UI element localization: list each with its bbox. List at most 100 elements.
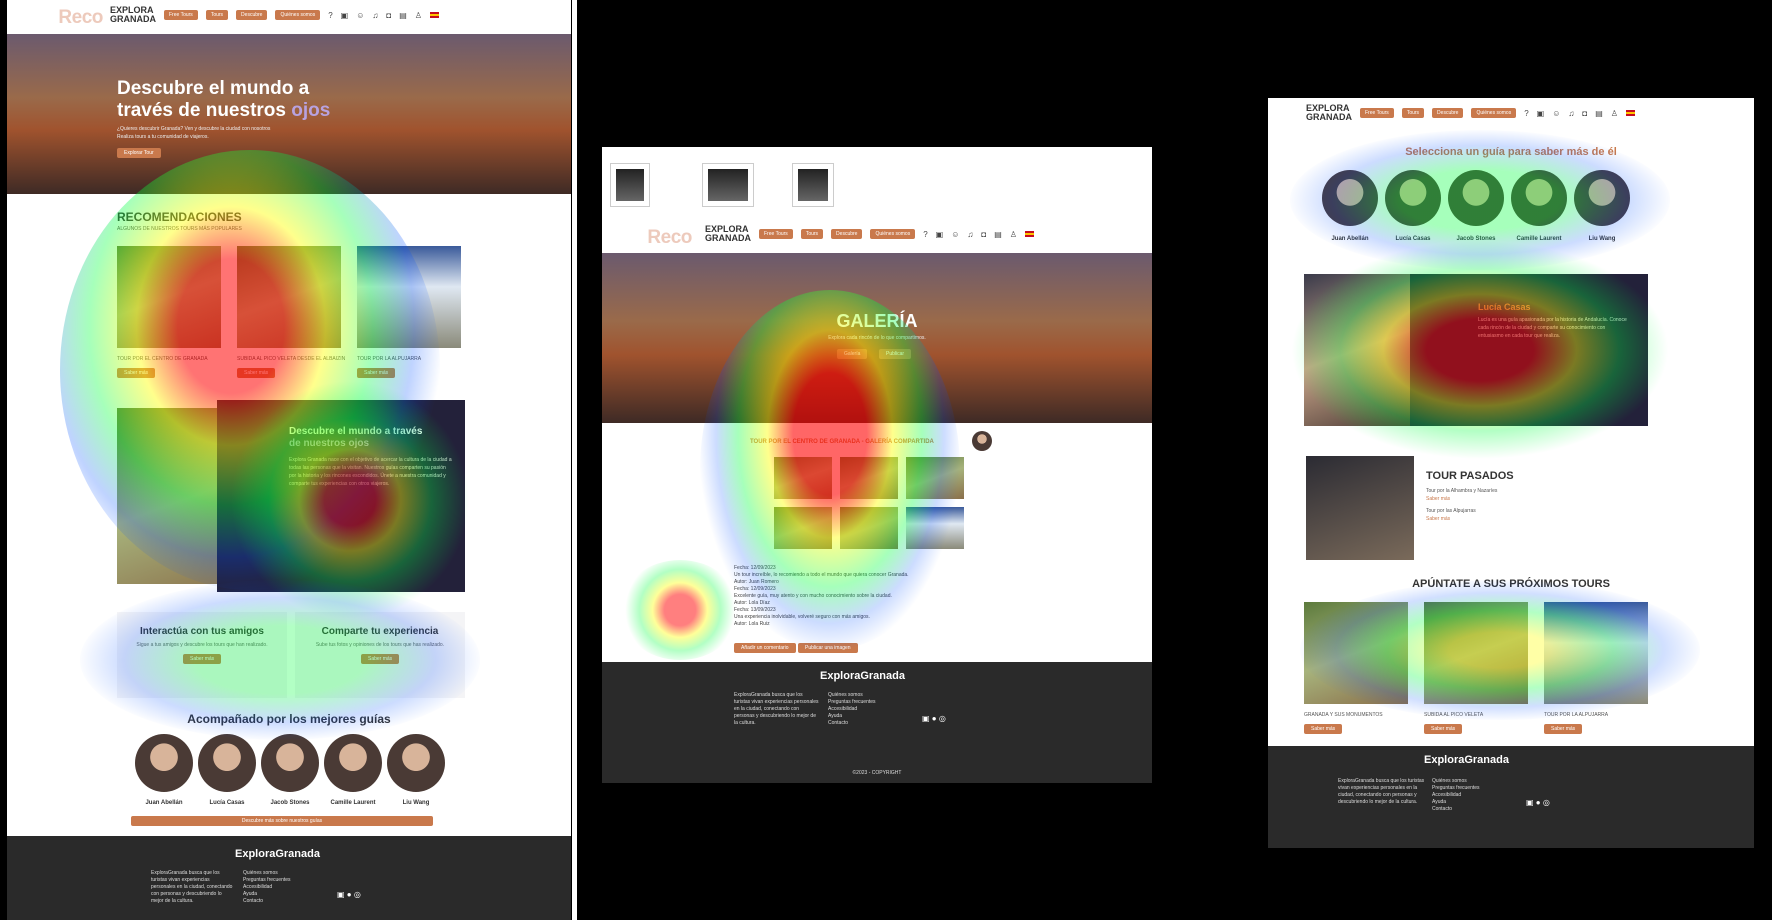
cart-icon[interactable]: ▤ — [399, 11, 407, 20]
facebook-icon[interactable]: ● — [1536, 798, 1541, 807]
nav-free-tours[interactable]: Free Tours — [1360, 108, 1394, 118]
gallery-photo-2[interactable] — [840, 457, 898, 499]
guide-avatar-5[interactable] — [387, 734, 445, 792]
past-tour-1-more[interactable]: Saber más — [1426, 496, 1450, 502]
twitter-icon[interactable]: ▣ — [922, 714, 930, 723]
people-icon[interactable]: ☺ — [951, 230, 959, 239]
twitter-icon[interactable]: ▣ — [1526, 798, 1534, 807]
footer-link-contact[interactable]: Contacto — [1432, 806, 1480, 813]
instagram-icon[interactable]: ◎ — [1543, 798, 1550, 807]
publish-image-button[interactable]: Publicar una imagen — [798, 643, 858, 653]
guides-more-button[interactable]: Descubre más sobre nuestros guías — [131, 816, 433, 826]
twitter-icon[interactable]: ▣ — [337, 890, 345, 899]
rec-image-1[interactable] — [117, 246, 221, 348]
rec-image-3[interactable] — [357, 246, 461, 348]
hero-explore-button[interactable]: Explorar Tour — [117, 148, 161, 158]
footer-link-contact[interactable]: Contacto — [243, 898, 291, 905]
footer-link-faq[interactable]: Preguntas frecuentes — [243, 877, 291, 884]
guide-avatar-4[interactable] — [1511, 170, 1567, 226]
footer-link-accessibility[interactable]: Accesibilidad — [1432, 792, 1480, 799]
nav-tours[interactable]: Tours — [1401, 108, 1425, 118]
logo[interactable]: EXPLORA GRANADA — [110, 6, 156, 24]
rec-image-2[interactable] — [237, 246, 341, 348]
next-tour-image-2[interactable] — [1424, 602, 1528, 704]
gallery-photo-3[interactable] — [906, 457, 964, 499]
add-comment-button[interactable]: Añadir un comentario — [734, 643, 796, 653]
guide-avatar-1[interactable] — [135, 734, 193, 792]
gallery-photo-6[interactable] — [906, 507, 964, 549]
bell-icon[interactable]: ♫ — [372, 11, 378, 20]
user-icon[interactable]: ♙ — [1611, 109, 1618, 118]
flag-icon[interactable] — [1024, 231, 1034, 237]
instagram-icon[interactable]: ◎ — [939, 714, 946, 723]
people-icon[interactable]: ☺ — [356, 11, 364, 20]
nav-descubre[interactable]: Descubre — [1432, 108, 1464, 118]
rec-more-button-2[interactable]: Saber más — [237, 368, 276, 378]
nav-free-tours[interactable]: Free Tours — [759, 229, 793, 239]
footer-link-help[interactable]: Ayuda — [243, 891, 291, 898]
footer-link-faq[interactable]: Preguntas frecuentes — [828, 699, 876, 706]
next-tour-image-3[interactable] — [1544, 602, 1648, 704]
next-tour-button-2[interactable]: Saber más — [1424, 724, 1463, 734]
guide-avatar-2[interactable] — [198, 734, 256, 792]
friends-card-button[interactable]: Saber más — [183, 654, 222, 664]
people-icon[interactable]: ☺ — [1552, 109, 1560, 118]
gallery-icon[interactable]: ▣ — [341, 11, 349, 20]
camera-icon[interactable]: ◘ — [386, 11, 391, 20]
camera-icon[interactable]: ◘ — [1582, 109, 1587, 118]
guide-avatar-1[interactable] — [1322, 170, 1378, 226]
logo[interactable]: EXPLORA GRANADA — [705, 225, 751, 243]
author-avatar[interactable] — [972, 431, 992, 451]
flag-icon[interactable] — [429, 12, 439, 18]
user-icon[interactable]: ♙ — [1010, 230, 1017, 239]
nav-free-tours[interactable]: Free Tours — [164, 10, 198, 20]
footer-link-accessibility[interactable]: Accesibilidad — [828, 706, 876, 713]
gallery-photo-1[interactable] — [774, 457, 832, 499]
thumbnail-3[interactable] — [792, 163, 834, 207]
nav-descubre[interactable]: Descubre — [236, 10, 268, 20]
help-icon[interactable]: ? — [923, 230, 927, 239]
share-card-button[interactable]: Saber más — [361, 654, 400, 664]
nav-quienes-somos[interactable]: Quiénes somos — [870, 229, 916, 239]
footer-link-help[interactable]: Ayuda — [828, 713, 876, 720]
past-tour-2-more[interactable]: Saber más — [1426, 516, 1450, 522]
bell-icon[interactable]: ♫ — [967, 230, 973, 239]
thumbnail-1[interactable] — [610, 163, 650, 207]
camera-icon[interactable]: ◘ — [981, 230, 986, 239]
next-tour-image-1[interactable] — [1304, 602, 1408, 704]
publish-button[interactable]: Publicar — [879, 349, 912, 359]
guide-avatar-3[interactable] — [261, 734, 319, 792]
thumbnail-2[interactable] — [702, 163, 754, 207]
footer-link-help[interactable]: Ayuda — [1432, 799, 1480, 806]
flag-icon[interactable] — [1625, 110, 1635, 116]
user-icon[interactable]: ♙ — [415, 11, 422, 20]
footer-link-accessibility[interactable]: Accesibilidad — [243, 884, 291, 891]
cart-icon[interactable]: ▤ — [994, 230, 1002, 239]
facebook-icon[interactable]: ● — [347, 890, 352, 899]
gallery-photo-5[interactable] — [840, 507, 898, 549]
facebook-icon[interactable]: ● — [932, 714, 937, 723]
logo[interactable]: EXPLORA GRANADA — [1306, 104, 1352, 122]
gallery-photo-4[interactable] — [774, 507, 832, 549]
next-tour-button-1[interactable]: Saber más — [1304, 724, 1343, 734]
cart-icon[interactable]: ▤ — [1595, 109, 1603, 118]
guide-avatar-2[interactable] — [1385, 170, 1441, 226]
bell-icon[interactable]: ♫ — [1568, 109, 1574, 118]
guide-avatar-3[interactable] — [1448, 170, 1504, 226]
nav-quienes-somos[interactable]: Quiénes somos — [275, 10, 321, 20]
nav-tours[interactable]: Tours — [800, 229, 824, 239]
footer-link-about[interactable]: Quiénes somos — [828, 692, 876, 699]
help-icon[interactable]: ? — [1524, 109, 1528, 118]
gallery-icon[interactable]: ▣ — [936, 230, 944, 239]
nav-descubre[interactable]: Descubre — [831, 229, 863, 239]
nav-quienes-somos[interactable]: Quiénes somos — [1471, 108, 1517, 118]
rec-more-button-3[interactable]: Saber más — [357, 368, 396, 378]
gallery-icon[interactable]: ▣ — [1537, 109, 1545, 118]
next-tour-button-3[interactable]: Saber más — [1544, 724, 1583, 734]
guide-avatar-5[interactable] — [1574, 170, 1630, 226]
footer-link-about[interactable]: Quiénes somos — [243, 870, 291, 877]
instagram-icon[interactable]: ◎ — [354, 890, 361, 899]
footer-link-faq[interactable]: Preguntas frecuentes — [1432, 785, 1480, 792]
gallery-button[interactable]: Galería — [837, 349, 868, 359]
help-icon[interactable]: ? — [328, 11, 332, 20]
